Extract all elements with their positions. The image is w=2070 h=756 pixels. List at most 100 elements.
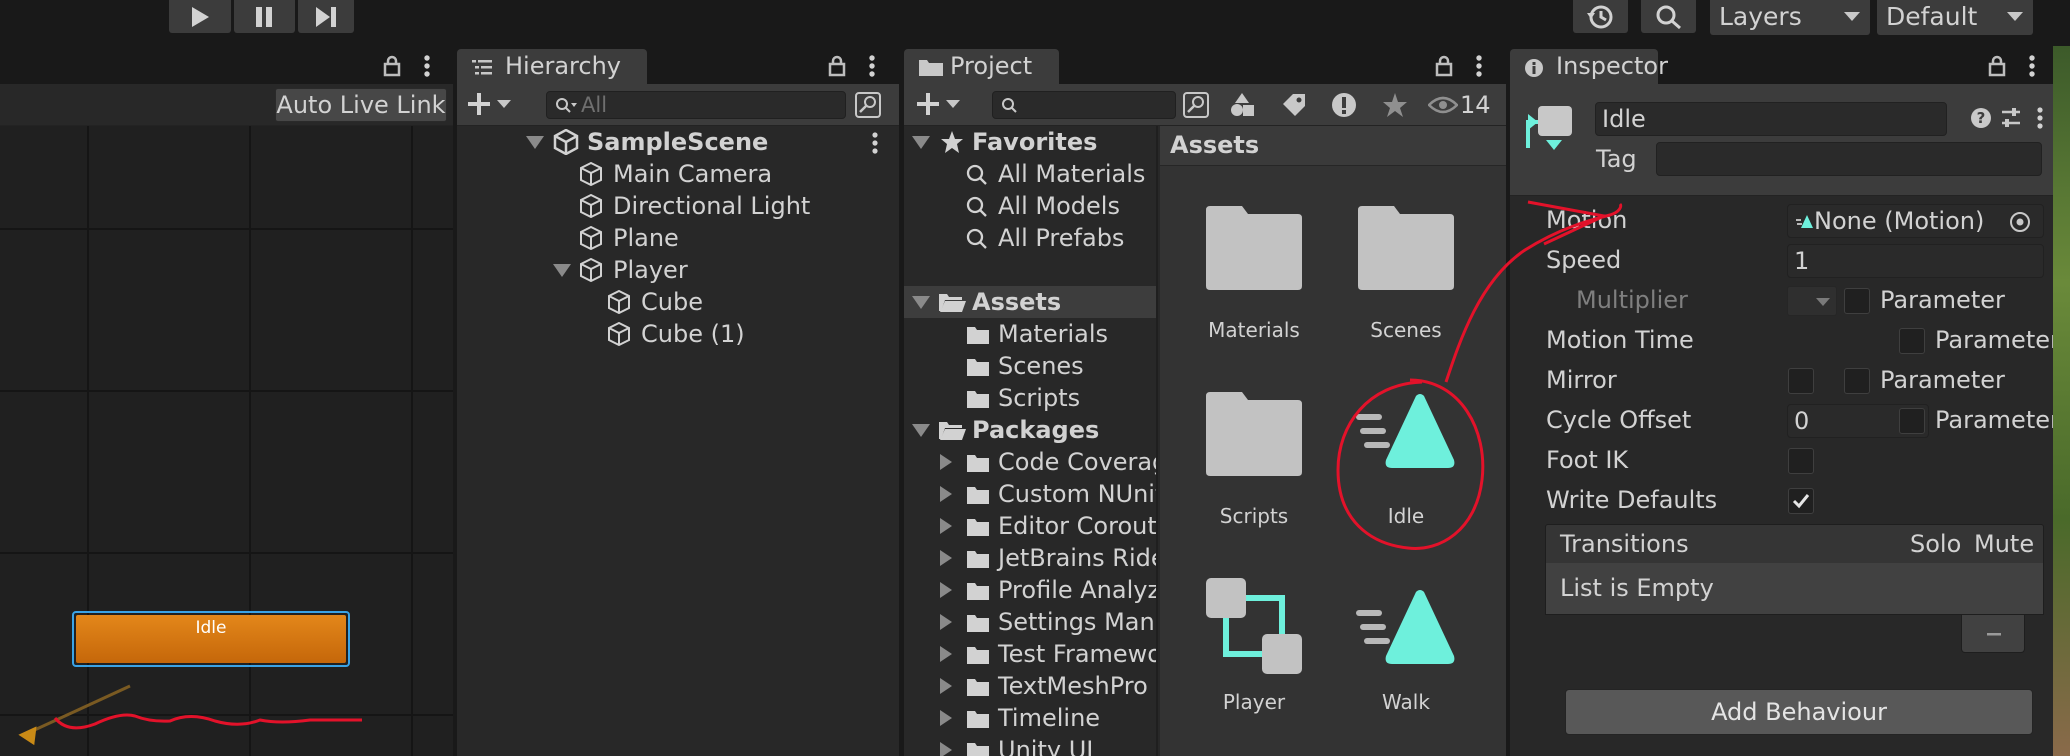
motion-time-parameter-checkbox[interactable]: [1899, 328, 1925, 354]
step-button[interactable]: [298, 0, 354, 33]
speed-field[interactable]: 1: [1787, 244, 2044, 278]
hierarchy-item-cube[interactable]: Cube: [457, 286, 899, 318]
expand-arrow-icon[interactable]: [912, 424, 930, 437]
pause-button[interactable]: [234, 0, 295, 33]
tab-inspector[interactable]: Inspector: [1510, 49, 1668, 84]
remove-transition-button[interactable]: [1961, 615, 2025, 653]
motion-object-field[interactable]: None (Motion): [1787, 204, 2044, 238]
mirror-checkbox[interactable]: [1788, 368, 1814, 394]
package-item[interactable]: Timeline: [904, 702, 1156, 734]
layers-dropdown[interactable]: Layers: [1710, 0, 1870, 35]
assets-root-row[interactable]: Assets: [904, 286, 1156, 318]
kebab-menu-icon[interactable]: [423, 54, 431, 78]
lock-icon[interactable]: [383, 55, 401, 77]
plus-icon: [917, 93, 939, 115]
package-item[interactable]: Code Coverag: [904, 446, 1156, 478]
object-picker-icon[interactable]: [2008, 210, 2032, 234]
kebab-menu-icon[interactable]: [2028, 54, 2036, 78]
hierarchy-item-cube-1[interactable]: Cube (1): [457, 318, 899, 350]
package-item[interactable]: TextMeshPro: [904, 670, 1156, 702]
lock-icon[interactable]: [1435, 55, 1453, 77]
kebab-menu-icon[interactable]: [868, 54, 876, 78]
lock-icon[interactable]: [828, 55, 846, 77]
multiplier-dropdown[interactable]: [1787, 286, 1837, 316]
help-icon[interactable]: ?: [1970, 107, 1992, 129]
tab-hierarchy[interactable]: Hierarchy: [457, 49, 647, 84]
play-button[interactable]: [169, 0, 231, 33]
asset-folder-materials[interactable]: Materials: [904, 318, 1156, 350]
expand-arrow-icon[interactable]: [553, 264, 571, 277]
expand-arrow-icon[interactable]: [940, 518, 952, 534]
hierarchy-search-input[interactable]: All: [546, 91, 846, 119]
asset-tile-walk[interactable]: Walk: [1336, 578, 1476, 728]
expand-arrow-icon[interactable]: [940, 454, 952, 470]
asset-tile-player[interactable]: Player: [1184, 578, 1324, 728]
lock-icon[interactable]: [1988, 55, 2006, 77]
kebab-menu-icon[interactable]: [2036, 107, 2044, 131]
favorite-item-all-prefabs[interactable]: All Prefabs: [904, 222, 1156, 254]
search-button[interactable]: [1641, 0, 1696, 33]
expand-arrow-icon[interactable]: [912, 296, 930, 309]
preset-sliders-icon[interactable]: [2000, 107, 2022, 129]
tag-field[interactable]: [1656, 142, 2042, 176]
package-item[interactable]: Profile Analyz: [904, 574, 1156, 606]
cycle-offset-parameter-checkbox[interactable]: [1899, 408, 1925, 434]
write-defaults-checkbox[interactable]: [1788, 488, 1814, 514]
scene-row[interactable]: SampleScene: [457, 126, 899, 158]
search-by-label-icon[interactable]: [1281, 92, 1307, 118]
cycle-offset-parameter-label: Parameter: [1935, 406, 2053, 434]
object-name-field[interactable]: Idle: [1595, 102, 1947, 136]
asset-tile-scripts[interactable]: Scripts: [1184, 392, 1324, 542]
tab-project[interactable]: Project: [904, 49, 1059, 84]
asset-folder-scripts[interactable]: Scripts: [904, 382, 1156, 414]
expand-arrow-icon[interactable]: [940, 486, 952, 502]
state-node-idle[interactable]: Idle: [72, 611, 350, 667]
mirror-parameter-checkbox[interactable]: [1844, 368, 1870, 394]
search-by-type-icon[interactable]: [1230, 92, 1256, 118]
create-button[interactable]: [467, 90, 519, 120]
asset-tile-materials[interactable]: Materials: [1184, 206, 1324, 356]
kebab-menu-icon[interactable]: [871, 132, 879, 154]
foot-ik-label: Foot IK: [1546, 446, 1629, 474]
hierarchy-item-main-camera[interactable]: Main Camera: [457, 158, 899, 190]
multiplier-parameter-checkbox[interactable]: [1844, 288, 1870, 314]
expand-arrow-icon[interactable]: [912, 136, 930, 149]
expand-arrow-icon[interactable]: [940, 550, 952, 566]
create-asset-button[interactable]: [916, 90, 968, 120]
package-item[interactable]: Test Framewo: [904, 638, 1156, 670]
asset-folder-scenes[interactable]: Scenes: [904, 350, 1156, 382]
expand-arrow-icon[interactable]: [940, 710, 952, 726]
packages-root-row[interactable]: Packages: [904, 414, 1156, 446]
favorites-row[interactable]: Favorites: [904, 126, 1156, 158]
folder-icon: [967, 743, 989, 756]
project-search-input[interactable]: [992, 91, 1176, 119]
package-item[interactable]: JetBrains Ride: [904, 542, 1156, 574]
favorite-item-all-models[interactable]: All Models: [904, 190, 1156, 222]
star-favorite-icon[interactable]: [1382, 92, 1408, 118]
hierarchy-item-plane[interactable]: Plane: [457, 222, 899, 254]
expand-arrow-icon[interactable]: [940, 614, 952, 630]
expand-arrow-icon[interactable]: [526, 136, 544, 149]
history-button[interactable]: [1573, 0, 1628, 33]
package-item[interactable]: Settings Mana: [904, 606, 1156, 638]
warning-filter-icon[interactable]: [1331, 92, 1357, 118]
scene-view-search-button[interactable]: [852, 90, 884, 120]
expand-arrow-icon[interactable]: [940, 742, 952, 756]
package-item[interactable]: Editor Coroutir: [904, 510, 1156, 542]
expand-search-icon[interactable]: [1183, 92, 1209, 118]
package-item[interactable]: Custom NUnit: [904, 478, 1156, 510]
kebab-menu-icon[interactable]: [1475, 54, 1483, 78]
favorite-item-all-materials[interactable]: All Materials: [904, 158, 1156, 190]
hierarchy-item-player[interactable]: Player: [457, 254, 899, 286]
layout-dropdown[interactable]: Default: [1877, 0, 2033, 35]
asset-grid-breadcrumb: Assets: [1170, 131, 1260, 159]
expand-arrow-icon[interactable]: [940, 646, 952, 662]
foot-ik-checkbox[interactable]: [1788, 448, 1814, 474]
eye-hidden-packages-icon[interactable]: [1428, 95, 1458, 115]
hierarchy-item-directional-light[interactable]: Directional Light: [457, 190, 899, 222]
expand-arrow-icon[interactable]: [940, 678, 952, 694]
auto-live-link-button[interactable]: Auto Live Link: [275, 88, 447, 122]
add-behaviour-button[interactable]: Add Behaviour: [1565, 689, 2033, 735]
expand-arrow-icon[interactable]: [940, 582, 952, 598]
package-item[interactable]: Unity UI: [904, 734, 1156, 756]
